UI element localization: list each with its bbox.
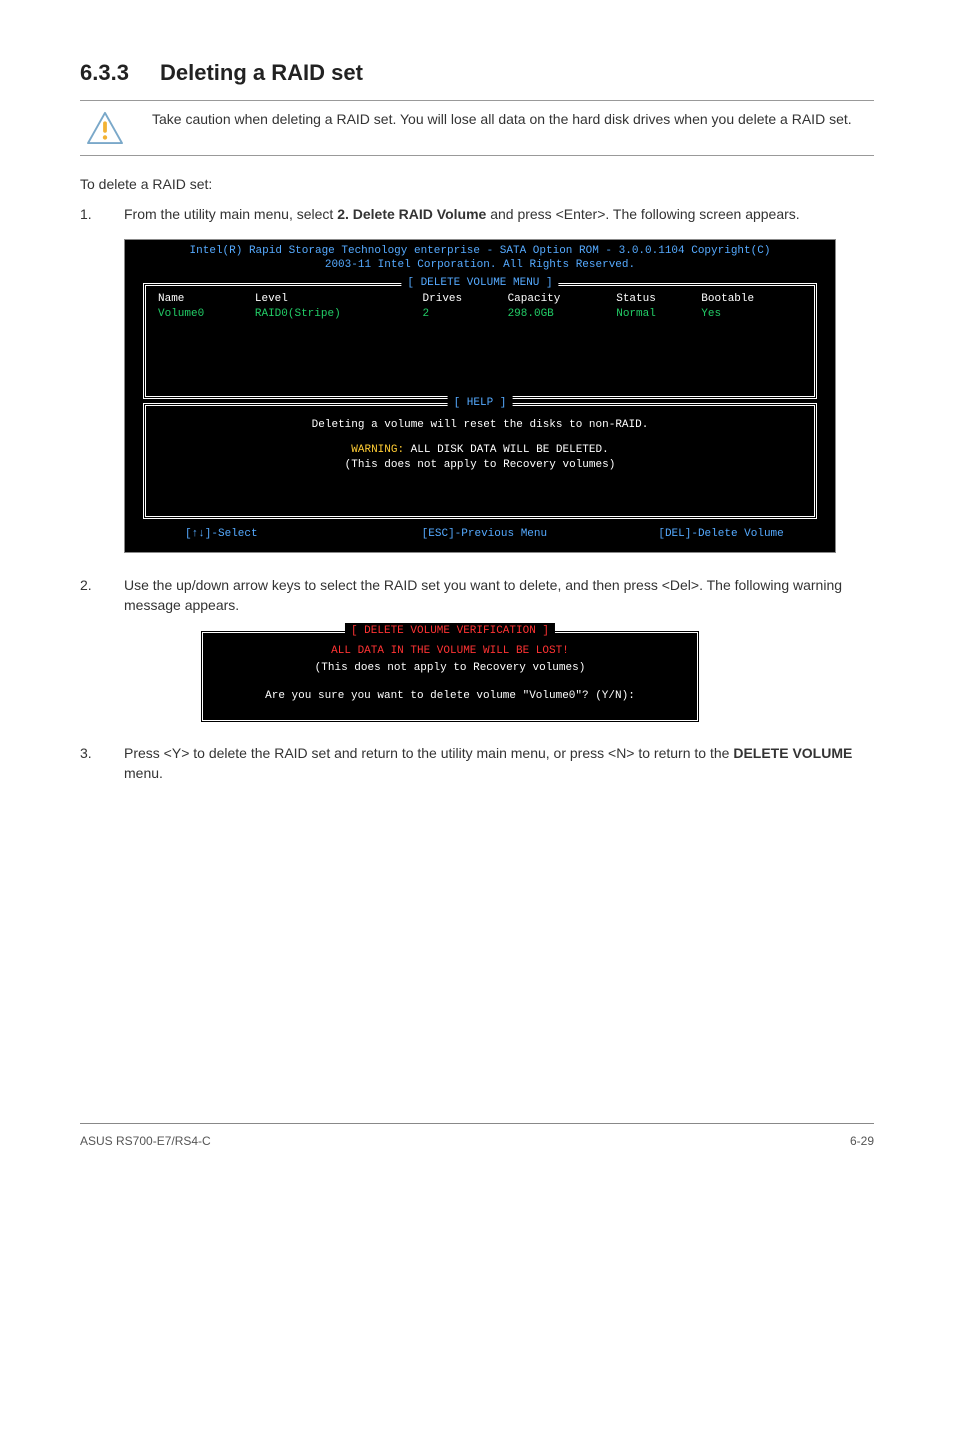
cell-level: RAID0(Stripe) [251,307,419,322]
bios-title-line1: Intel(R) Rapid Storage Technology enterp… [125,240,835,259]
col-status: Status [612,292,697,307]
bios-panel-label: [ DELETE VOLUME MENU ] [401,276,558,291]
col-capacity: Capacity [504,292,613,307]
bios-confirm-screenshot: [ DELETE VOLUME VERIFICATION ] ALL DATA … [200,630,700,723]
bios-help-panel: [ HELP ] Deleting a volume will reset th… [143,403,817,519]
confirm-warning-line: ALL DATA IN THE VOLUME WILL BE LOST! [213,643,687,661]
step-body: Use the up/down arrow keys to select the… [124,575,874,616]
cell-capacity: 298.0GB [504,307,613,322]
help-warning: WARNING: ALL DISK DATA WILL BE DELETED. [154,443,806,458]
table-row[interactable]: Volume0 RAID0(Stripe) 2 298.0GB Normal Y… [154,307,806,322]
help-line: (This does not apply to Recovery volumes… [154,458,806,473]
help-warning-text: ALL DISK DATA WILL BE DELETED. [404,444,609,456]
help-line: Deleting a volume will reset the disks t… [154,418,806,433]
bios-delete-volume-panel: [ DELETE VOLUME MENU ] Name Level Drives… [143,283,817,399]
step-text: and press <Enter>. The following screen … [486,206,799,222]
col-drives: Drives [419,292,504,307]
step-text: Press <Y> to delete the RAID set and ret… [124,745,733,761]
step-3: 3. Press <Y> to delete the RAID set and … [80,743,874,784]
step-body: From the utility main menu, select 2. De… [124,204,874,224]
confirm-prompt-line: Are you sure you want to delete volume "… [213,688,687,706]
confirm-note-line: (This does not apply to Recovery volumes… [213,660,687,678]
cell-status: Normal [612,307,697,322]
confirm-panel-label: [ DELETE VOLUME VERIFICATION ] [345,623,555,641]
cell-drives: 2 [419,307,504,322]
section-number: 6.3.3 [80,60,160,86]
step-body: Press <Y> to delete the RAID set and ret… [124,743,874,784]
caution-text: Take caution when deleting a RAID set. Y… [130,109,874,129]
footer-right: 6-29 [850,1134,874,1148]
step-bold: DELETE VOLUME [733,745,852,761]
section-title: Deleting a RAID set [160,60,363,85]
cell-name: Volume0 [154,307,251,322]
bios-screenshot: Intel(R) Rapid Storage Technology enterp… [124,239,836,554]
step-1: 1. From the utility main menu, select 2.… [80,204,874,224]
caution-block: Take caution when deleting a RAID set. Y… [80,100,874,156]
step-text: menu. [124,765,163,781]
col-name: Name [154,292,251,307]
col-level: Level [251,292,419,307]
step-text: From the utility main menu, select [124,206,337,222]
help-warning-prefix: WARNING: [351,444,404,456]
hint-delete: [DEL]-Delete Volume [598,527,835,542]
footer-left: ASUS RS700-E7/RS4-C [80,1134,211,1148]
caution-icon [80,109,130,145]
step-number: 3. [80,743,124,784]
cell-bootable: Yes [697,307,806,322]
bios-panel-label: [ HELP ] [448,396,513,411]
table-header-row: Name Level Drives Capacity Status Bootab… [154,292,806,307]
page-footer: ASUS RS700-E7/RS4-C 6-29 [80,1123,874,1148]
intro-text: To delete a RAID set: [80,174,874,194]
step-number: 1. [80,204,124,224]
step-number: 2. [80,575,124,616]
hint-select: [↑↓]-Select [125,527,362,542]
step-2: 2. Use the up/down arrow keys to select … [80,575,874,616]
hint-previous: [ESC]-Previous Menu [362,527,599,542]
bios-volume-table: Name Level Drives Capacity Status Bootab… [154,292,806,322]
bios-footer-hints: [↑↓]-Select [ESC]-Previous Menu [DEL]-De… [125,523,835,546]
col-bootable: Bootable [697,292,806,307]
step-bold: 2. Delete RAID Volume [337,206,486,222]
section-heading: 6.3.3Deleting a RAID set [80,60,874,86]
